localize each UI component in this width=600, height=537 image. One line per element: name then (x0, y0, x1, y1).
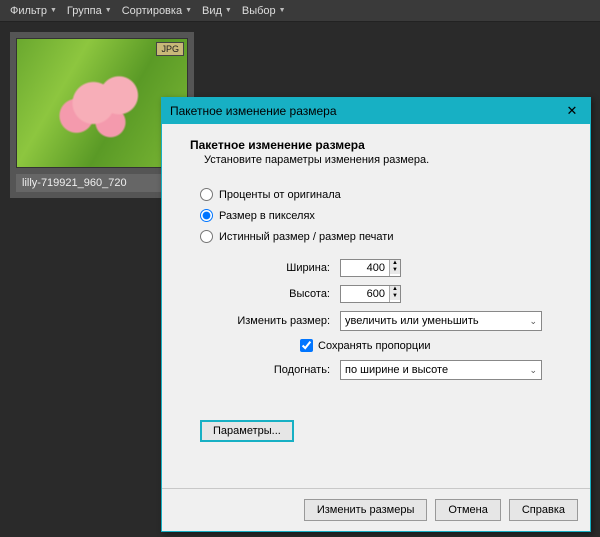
keep-proportions[interactable]: Сохранять пропорции (300, 339, 570, 352)
cancel-button[interactable]: Отмена (435, 499, 500, 521)
dialog-header-sub: Установите параметры изменения размера. (204, 154, 570, 166)
keep-proportions-label: Сохранять пропорции (318, 340, 431, 352)
radio-percent-input[interactable] (200, 188, 213, 201)
chevron-down-icon: ▼ (185, 7, 192, 14)
chevron-down-icon: ▼ (105, 7, 112, 14)
menu-sort[interactable]: Сортировка▼ (118, 3, 196, 19)
chevron-down-icon: ⌄ (529, 365, 537, 376)
spin-down-icon[interactable]: ▼ (390, 267, 400, 274)
batch-resize-dialog: Пакетное изменение размера ✕ Пакетное из… (161, 97, 591, 532)
apply-button[interactable]: Изменить размеры (304, 499, 428, 521)
resize-label: Изменить размер: (200, 315, 340, 327)
format-badge: JPG (156, 42, 184, 56)
radio-actual[interactable]: Истинный размер / размер печати (200, 230, 570, 243)
parameters-button[interactable]: Параметры... (200, 420, 294, 442)
chevron-down-icon: ▼ (50, 7, 57, 14)
radio-percent[interactable]: Проценты от оригинала (200, 188, 570, 201)
chevron-down-icon: ⌄ (529, 316, 537, 327)
close-icon[interactable]: ✕ (562, 103, 582, 119)
fit-combo[interactable]: по ширине и высоте ⌄ (340, 360, 542, 380)
menu-group[interactable]: Группа▼ (63, 3, 116, 19)
spin-down-icon[interactable]: ▼ (390, 293, 400, 300)
height-spinner[interactable]: ▲▼ (340, 285, 401, 303)
menu-view[interactable]: Вид▼ (198, 3, 236, 19)
width-label: Ширина: (200, 262, 340, 274)
width-input[interactable] (341, 260, 389, 276)
chevron-down-icon: ▼ (279, 7, 286, 14)
dialog-header: Пакетное изменение размера Установите па… (190, 138, 570, 166)
radio-pixels-input[interactable] (200, 209, 213, 222)
keep-proportions-checkbox[interactable] (300, 339, 313, 352)
radio-actual-input[interactable] (200, 230, 213, 243)
width-spinner[interactable]: ▲▼ (340, 259, 401, 277)
spin-up-icon[interactable]: ▲ (390, 260, 400, 267)
radio-actual-label: Истинный размер / размер печати (219, 231, 393, 243)
dialog-header-title: Пакетное изменение размера (190, 138, 365, 152)
help-button[interactable]: Справка (509, 499, 578, 521)
dialog-titlebar[interactable]: Пакетное изменение размера ✕ (162, 98, 590, 124)
menu-filter[interactable]: Фильтр▼ (6, 3, 61, 19)
fit-label: Подогнать: (200, 364, 340, 376)
radio-percent-label: Проценты от оригинала (219, 189, 341, 201)
radio-pixels[interactable]: Размер в пикселях (200, 209, 570, 222)
dialog-title: Пакетное изменение размера (170, 104, 562, 118)
fit-combo-value: по ширине и высоте (345, 364, 448, 376)
dialog-footer: Изменить размеры Отмена Справка (162, 488, 590, 531)
spin-up-icon[interactable]: ▲ (390, 286, 400, 293)
menubar: Фильтр▼ Группа▼ Сортировка▼ Вид▼ Выбор▼ (0, 0, 600, 22)
radio-pixels-label: Размер в пикселях (219, 210, 315, 222)
height-label: Высота: (200, 288, 340, 300)
menu-select[interactable]: Выбор▼ (238, 3, 290, 19)
resize-combo-value: увеличить или уменьшить (345, 315, 479, 327)
resize-combo[interactable]: увеличить или уменьшить ⌄ (340, 311, 542, 331)
chevron-down-icon: ▼ (225, 7, 232, 14)
height-input[interactable] (341, 286, 389, 302)
